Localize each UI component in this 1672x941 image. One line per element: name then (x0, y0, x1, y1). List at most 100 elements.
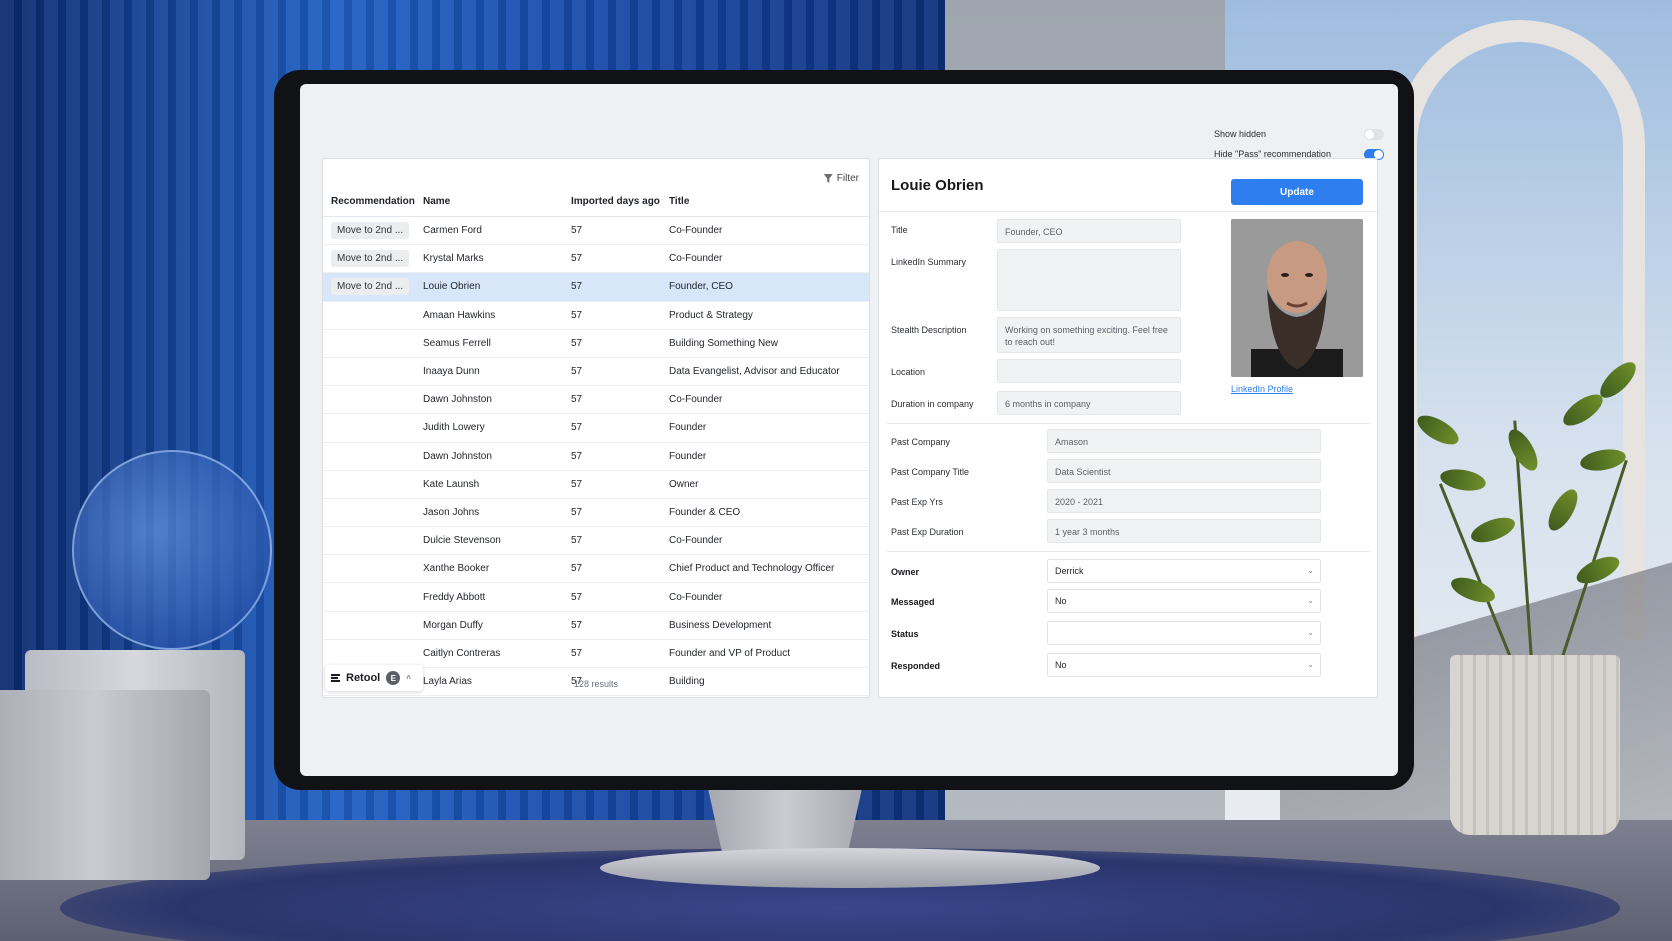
cell-name: Louie Obrien (423, 281, 481, 293)
header-title[interactable]: Title (665, 196, 869, 207)
table-row[interactable]: Caitlyn Contreras 57 Founder and VP of Pro… (323, 640, 869, 668)
table-row[interactable]: Freddy Abbott 57 Co-Founder (323, 583, 869, 612)
title-field[interactable]: Founder, CEO (997, 219, 1181, 243)
linkedin-profile-link[interactable]: LinkedIn Profile (1231, 384, 1293, 394)
cell-title: Product & Strategy (669, 309, 753, 321)
header-name[interactable]: Name (419, 196, 567, 207)
candidate-name: Louie Obrien (891, 177, 984, 194)
cell-imported-days: 57 (571, 422, 583, 434)
cell-imported-days: 57 (571, 506, 583, 518)
divider (887, 423, 1371, 424)
cell-title: Co-Founder (669, 394, 723, 406)
cell-recommendation: Move to 2nd ... (323, 278, 419, 296)
glass-disc-sculpture (72, 450, 272, 650)
responded-label: Responded (891, 661, 941, 671)
cell-name: Amaan Hawkins (423, 309, 496, 321)
cell-name: Jason Johns (423, 506, 480, 518)
divider (887, 551, 1371, 552)
cell-name: Kate Launsh (423, 478, 480, 490)
environment-badge[interactable]: E (386, 671, 401, 685)
recommendation-tag[interactable]: Move to 2nd ... (331, 250, 410, 268)
table-row[interactable]: Dawn Johnston 57 Founder (323, 443, 869, 471)
table-row[interactable]: Jason Johns 57 Founder & CEO (323, 499, 869, 528)
status-select[interactable]: ⌄ (1047, 621, 1321, 645)
linkedin-summary-label: LinkedIn Summary (891, 257, 967, 267)
cell-imported-days: 57 (571, 591, 583, 603)
monitor-base (600, 848, 1100, 888)
table-body: Move to 2nd ... Carmen Ford 57 Co-Founder Mo… (323, 217, 869, 697)
header-recommendation[interactable]: Recommendation (323, 196, 419, 207)
update-button[interactable]: Update (1231, 179, 1363, 205)
table-row[interactable]: Seamus Ferrell 57 Building Something New (323, 330, 869, 358)
cell-imported-days: 57 (571, 253, 583, 265)
retool-label: Retool (346, 672, 381, 684)
filter-label: Filter (836, 173, 859, 184)
cell-title: Founder (669, 422, 707, 434)
messaged-value: No (1055, 596, 1067, 606)
cell-title: Co-Founder (669, 225, 723, 237)
table-row[interactable]: Dawn Johnston 57 Co-Founder (323, 386, 869, 415)
recommendation-tag[interactable]: Move to 2nd ... (331, 222, 410, 240)
divider (879, 211, 1377, 212)
cell-title: Founder (669, 450, 707, 462)
cell-imported-days: 57 (571, 366, 583, 378)
show-hidden-toggle[interactable] (1364, 128, 1384, 140)
cell-recommendation: Move to 2nd ... (323, 250, 419, 268)
cell-name: Inaaya Dunn (423, 366, 480, 378)
table-row[interactable]: Inaaya Dunn 57 Data Evangelist, Advisor an… (323, 358, 869, 387)
location-field[interactable] (997, 359, 1181, 383)
plant-pot (1450, 655, 1620, 835)
status-label: Status (891, 629, 919, 639)
cell-name: Judith Lowery (423, 422, 485, 434)
responded-select[interactable]: No ⌄ (1047, 653, 1321, 677)
table-row[interactable]: Judith Lowery 57 Founder (323, 414, 869, 443)
cell-imported-days: 57 (571, 337, 583, 349)
recommendation-tag[interactable]: Move to 2nd ... (331, 278, 410, 296)
linkedin-summary-field[interactable] (997, 249, 1181, 311)
table-row[interactable]: Move to 2nd ... Carmen Ford 57 Co-Founder (323, 217, 869, 246)
table-row[interactable]: Move to 2nd ... Krystal Marks 57 Co-Founder (323, 245, 869, 274)
messaged-select[interactable]: No ⌄ (1047, 589, 1321, 613)
cell-name: Dawn Johnston (423, 450, 492, 462)
table-row[interactable]: Dulcie Stevenson 57 Co-Founder (323, 527, 869, 556)
table-row[interactable]: Kate Launsh 57 Owner (323, 471, 869, 499)
duration-field[interactable]: 6 months in company (997, 391, 1181, 415)
cell-imported-days: 57 (571, 563, 583, 575)
past-exp-duration-field[interactable]: 1 year 3 months (1047, 519, 1321, 543)
table-row[interactable]: Move to 2nd ... Louie Obrien 57 Founder, CE… (323, 273, 869, 302)
messaged-label: Messaged (891, 597, 935, 607)
arch-window (1395, 20, 1645, 640)
owner-select[interactable]: Derrick ⌄ (1047, 559, 1321, 583)
past-company-title-field[interactable]: Data Scientist (1047, 459, 1321, 483)
pedestal-front (0, 690, 210, 880)
cell-imported-days: 57 (571, 619, 583, 631)
candidate-detail: Louie Obrien Update Title Founder, CEO L… (878, 158, 1378, 698)
cell-title: Co-Founder (669, 535, 723, 547)
cell-imported-days: 57 (571, 309, 583, 321)
cell-imported-days: 57 (571, 394, 583, 406)
cell-title: Business Development (669, 619, 772, 631)
cell-title: Founder, CEO (669, 281, 733, 293)
chevron-up-icon[interactable]: ^ (406, 674, 411, 683)
monitor-screen: Show hidden Hide "Pass" recommendation F… (300, 84, 1398, 776)
table-row[interactable]: Xanthe Booker 57 Chief Product and Technol… (323, 555, 869, 584)
past-exp-yrs-field[interactable]: 2020 - 2021 (1047, 489, 1321, 513)
cell-name: Caitlyn Contreras (423, 647, 501, 659)
past-company-field[interactable]: Amason (1047, 429, 1321, 453)
cell-title: Founder & CEO (669, 506, 741, 518)
retool-logo-icon (331, 674, 340, 682)
header-imported-days[interactable]: Imported days ago (567, 196, 665, 207)
stealth-description-field[interactable]: Working on something exciting. Feel free… (997, 317, 1181, 353)
table-row[interactable]: Morgan Duffy 57 Business Development (323, 612, 869, 640)
filter-button[interactable]: Filter (823, 173, 859, 184)
cell-imported-days: 57 (571, 535, 583, 547)
cell-title: Data Evangelist, Advisor and Educator (669, 366, 840, 378)
chevron-down-icon: ⌄ (1307, 566, 1314, 575)
table-row[interactable]: Amaan Hawkins 57 Product & Strategy (323, 302, 869, 330)
candidates-table: Filter Recommendation Name Imported days… (322, 158, 870, 698)
cell-name: Freddy Abbott (423, 591, 486, 603)
past-exp-duration-label: Past Exp Duration (891, 527, 964, 537)
responded-value: No (1055, 660, 1067, 670)
cell-recommendation: Move to 2nd ... (323, 222, 419, 240)
retool-badge[interactable]: Retool E ^ (325, 665, 423, 691)
